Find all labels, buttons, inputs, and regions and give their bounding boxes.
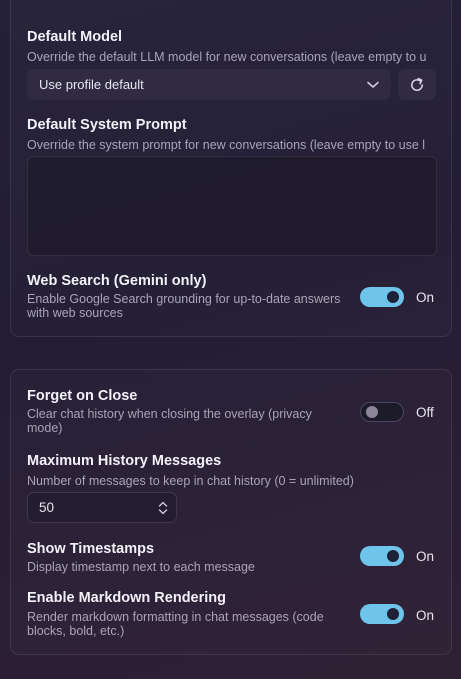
system-prompt-textarea[interactable] xyxy=(27,156,437,256)
default-model-description: Override the default LLM model for new c… xyxy=(27,50,427,64)
web-search-description: Enable Google Search grounding for up-to… xyxy=(27,292,341,320)
up-down-chevron-icon[interactable] xyxy=(158,501,168,515)
web-search-toggle[interactable] xyxy=(360,287,404,307)
show-timestamps-state-label: On xyxy=(416,549,435,564)
markdown-state-label: On xyxy=(416,608,435,623)
toggle-knob xyxy=(387,291,399,303)
model-settings-card: Default Model Override the default LLM m… xyxy=(10,0,452,337)
default-model-select-value: Use profile default xyxy=(39,77,144,92)
forget-on-close-toggle[interactable] xyxy=(360,402,404,422)
default-model-title: Default Model xyxy=(27,29,123,45)
forget-on-close-title: Forget on Close xyxy=(27,388,138,404)
forget-on-close-state-label: Off xyxy=(416,405,434,420)
max-history-description: Number of messages to keep in chat histo… xyxy=(27,474,354,488)
history-settings-card: Forget on Close Clear chat history when … xyxy=(10,369,452,655)
default-model-select[interactable]: Use profile default xyxy=(27,69,391,100)
web-search-title: Web Search (Gemini only) xyxy=(27,273,207,289)
chevron-down-icon xyxy=(367,81,379,89)
toggle-knob xyxy=(387,608,399,620)
show-timestamps-title: Show Timestamps xyxy=(27,541,155,557)
max-history-input[interactable]: 50 xyxy=(27,492,177,523)
max-history-value: 50 xyxy=(39,500,55,515)
max-history-title: Maximum History Messages xyxy=(27,453,222,469)
refresh-models-button[interactable] xyxy=(398,69,436,100)
system-prompt-title: Default System Prompt xyxy=(27,117,187,133)
refresh-icon xyxy=(409,77,425,93)
markdown-title: Enable Markdown Rendering xyxy=(27,590,226,606)
markdown-description: Render markdown formatting in chat messa… xyxy=(27,610,324,638)
forget-on-close-description: Clear chat history when closing the over… xyxy=(27,407,312,435)
toggle-knob xyxy=(387,550,399,562)
toggle-knob xyxy=(366,406,378,418)
show-timestamps-description: Display timestamp next to each message xyxy=(27,560,255,574)
markdown-toggle[interactable] xyxy=(360,604,404,624)
show-timestamps-toggle[interactable] xyxy=(360,546,404,566)
system-prompt-description: Override the system prompt for new conve… xyxy=(27,138,426,152)
web-search-state-label: On xyxy=(416,290,435,305)
